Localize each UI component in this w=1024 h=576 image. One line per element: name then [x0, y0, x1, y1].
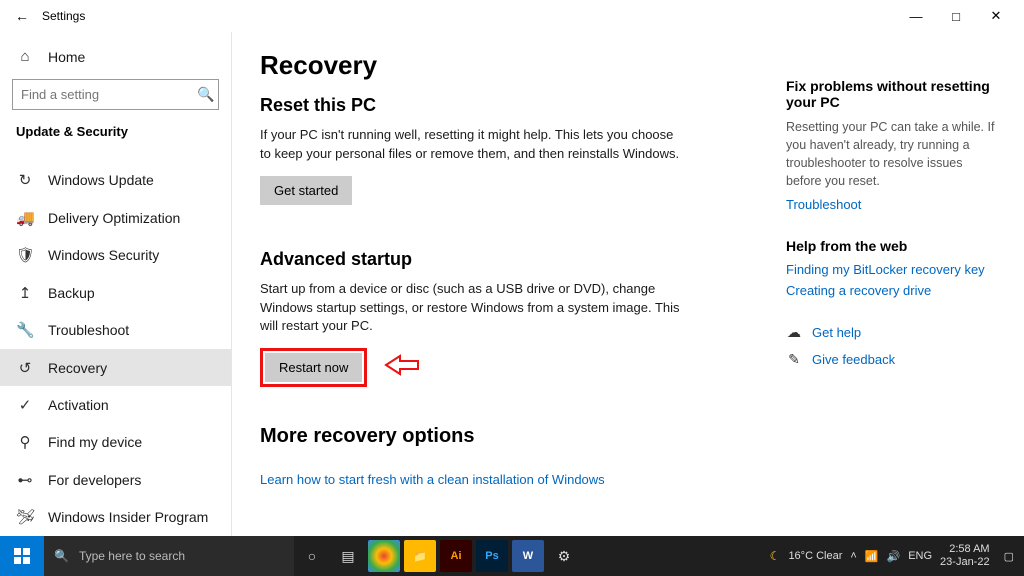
- sidebar-item-label: Activation: [48, 397, 109, 413]
- restart-now-highlight: Restart now: [260, 348, 367, 387]
- sidebar-item-for-developers[interactable]: ⊷ For developers: [0, 461, 231, 498]
- advanced-desc: Start up from a device or disc (such as …: [260, 280, 680, 337]
- sound-icon[interactable]: 🔊: [887, 550, 901, 563]
- tray-chevron-icon[interactable]: ˄: [850, 550, 856, 562]
- wrench-icon: 🔧: [16, 321, 34, 339]
- aside-bitlocker-link[interactable]: Finding my BitLocker recovery key: [786, 262, 996, 277]
- aside-panel: Fix problems without resetting your PC R…: [786, 50, 996, 536]
- search-field[interactable]: [21, 87, 197, 102]
- taskbar-search-placeholder: Type here to search: [79, 549, 185, 563]
- minimize-button[interactable]: —: [896, 9, 936, 24]
- search-icon: 🔍: [54, 549, 69, 563]
- sidebar-item-insider[interactable]: 🛩 Windows Insider Program: [0, 499, 231, 536]
- get-help-link[interactable]: ☁ Get help: [786, 324, 996, 341]
- fresh-install-link[interactable]: Learn how to start fresh with a clean in…: [260, 472, 605, 487]
- sidebar-item-recovery[interactable]: ↺ Recovery: [0, 349, 231, 386]
- aside-troubleshoot-link[interactable]: Troubleshoot: [786, 197, 996, 212]
- home-icon: ⌂: [16, 48, 34, 65]
- feedback-icon: ✎: [786, 351, 802, 368]
- sidebar-item-label: Troubleshoot: [48, 322, 129, 338]
- task-view-icon[interactable]: ▤: [330, 536, 366, 576]
- taskbar-clock[interactable]: 2:58 AM 23-Jan-22: [940, 543, 996, 568]
- sidebar-item-windows-security[interactable]: 🛡 Windows Security: [0, 237, 231, 274]
- window-titlebar: ← Settings — □ ✕: [0, 0, 1024, 32]
- location-icon: ⚲: [16, 433, 34, 451]
- give-feedback-label: Give feedback: [812, 352, 895, 367]
- sidebar-item-delivery-optimization[interactable]: 🚚 Delivery Optimization: [0, 199, 231, 236]
- sidebar-item-label: Windows Update: [48, 172, 154, 188]
- recovery-icon: ↺: [16, 359, 34, 377]
- taskbar-app-chrome[interactable]: [368, 540, 400, 572]
- restart-now-button[interactable]: Restart now: [265, 353, 362, 382]
- search-icon: 🔍: [197, 86, 214, 103]
- sidebar-item-backup[interactable]: ↥ Backup: [0, 274, 231, 311]
- chat-icon: ☁: [786, 324, 802, 341]
- aside-web-heading: Help from the web: [786, 238, 996, 254]
- taskbar-app-word[interactable]: W: [512, 540, 544, 572]
- taskbar-search[interactable]: 🔍 Type here to search: [44, 536, 294, 576]
- close-button[interactable]: ✕: [976, 8, 1016, 24]
- start-button[interactable]: [0, 536, 44, 576]
- maximize-button[interactable]: □: [936, 9, 976, 24]
- sidebar-home-label: Home: [48, 49, 85, 65]
- taskbar-app-settings[interactable]: ⚙: [546, 536, 582, 576]
- sidebar-item-label: Windows Security: [48, 247, 159, 263]
- reset-desc: If your PC isn't running well, resetting…: [260, 126, 680, 164]
- get-help-label: Get help: [812, 325, 861, 340]
- advanced-heading: Advanced startup: [260, 249, 756, 270]
- get-started-button[interactable]: Get started: [260, 176, 352, 205]
- aside-fix-desc: Resetting your PC can take a while. If y…: [786, 118, 996, 191]
- taskbar: 🔍 Type here to search ○ ▤ 📁 Ai Ps W ⚙ ☾ …: [0, 536, 1024, 576]
- more-heading: More recovery options: [260, 425, 756, 448]
- taskbar-app-illustrator[interactable]: Ai: [440, 540, 472, 572]
- delivery-icon: 🚚: [16, 209, 34, 227]
- search-input[interactable]: 🔍: [12, 79, 219, 109]
- sync-icon: ↻: [16, 171, 34, 189]
- check-icon: ✓: [16, 396, 34, 414]
- shield-icon: 🛡: [16, 246, 34, 264]
- sidebar-home[interactable]: ⌂ Home: [0, 38, 231, 75]
- aside-recovery-drive-link[interactable]: Creating a recovery drive: [786, 283, 996, 298]
- weather-text[interactable]: 16°C Clear: [788, 550, 842, 562]
- sidebar-item-label: Recovery: [48, 360, 107, 376]
- dev-icon: ⊷: [16, 471, 34, 489]
- insider-icon: 🛩: [16, 508, 34, 526]
- taskbar-tray: ☾ 16°C Clear ˄ 📶 🔊 ENG 2:58 AM 23-Jan-22…: [760, 543, 1024, 568]
- lang-indicator[interactable]: ENG: [908, 550, 932, 562]
- weather-icon: ☾: [770, 549, 781, 563]
- cortana-icon[interactable]: ○: [294, 536, 330, 576]
- back-button[interactable]: ←: [8, 8, 36, 24]
- sidebar-item-label: Windows Insider Program: [48, 509, 208, 525]
- sidebar: ⌂ Home 🔍 Update & Security ↻ Windows Upd…: [0, 32, 232, 536]
- sidebar-item-label: Find my device: [48, 434, 142, 450]
- window-title: Settings: [42, 9, 85, 23]
- wifi-icon[interactable]: 📶: [865, 550, 879, 563]
- clock-date: 23-Jan-22: [940, 556, 990, 569]
- sidebar-item-find-my-device[interactable]: ⚲ Find my device: [0, 424, 231, 461]
- sidebar-item-label: Backup: [48, 285, 95, 301]
- sidebar-item-troubleshoot[interactable]: 🔧 Troubleshoot: [0, 311, 231, 348]
- sidebar-item-label: Delivery Optimization: [48, 210, 180, 226]
- give-feedback-link[interactable]: ✎ Give feedback: [786, 351, 996, 368]
- notifications-icon[interactable]: ▢: [1004, 550, 1014, 563]
- taskbar-app-explorer[interactable]: 📁: [404, 540, 436, 572]
- clock-time: 2:58 AM: [940, 543, 990, 556]
- sidebar-item-label: For developers: [48, 472, 141, 488]
- breadcrumb: Update & Security: [0, 120, 231, 149]
- reset-heading: Reset this PC: [260, 95, 756, 116]
- aside-fix-heading: Fix problems without resetting your PC: [786, 78, 996, 110]
- taskbar-app-photoshop[interactable]: Ps: [476, 540, 508, 572]
- backup-icon: ↥: [16, 284, 34, 302]
- page-title: Recovery: [260, 50, 756, 81]
- sidebar-item-activation[interactable]: ✓ Activation: [0, 386, 231, 423]
- main-content: Recovery Reset this PC If your PC isn't …: [260, 50, 756, 536]
- sidebar-item-windows-update[interactable]: ↻ Windows Update: [0, 162, 231, 199]
- annotation-arrow-icon: [384, 352, 420, 383]
